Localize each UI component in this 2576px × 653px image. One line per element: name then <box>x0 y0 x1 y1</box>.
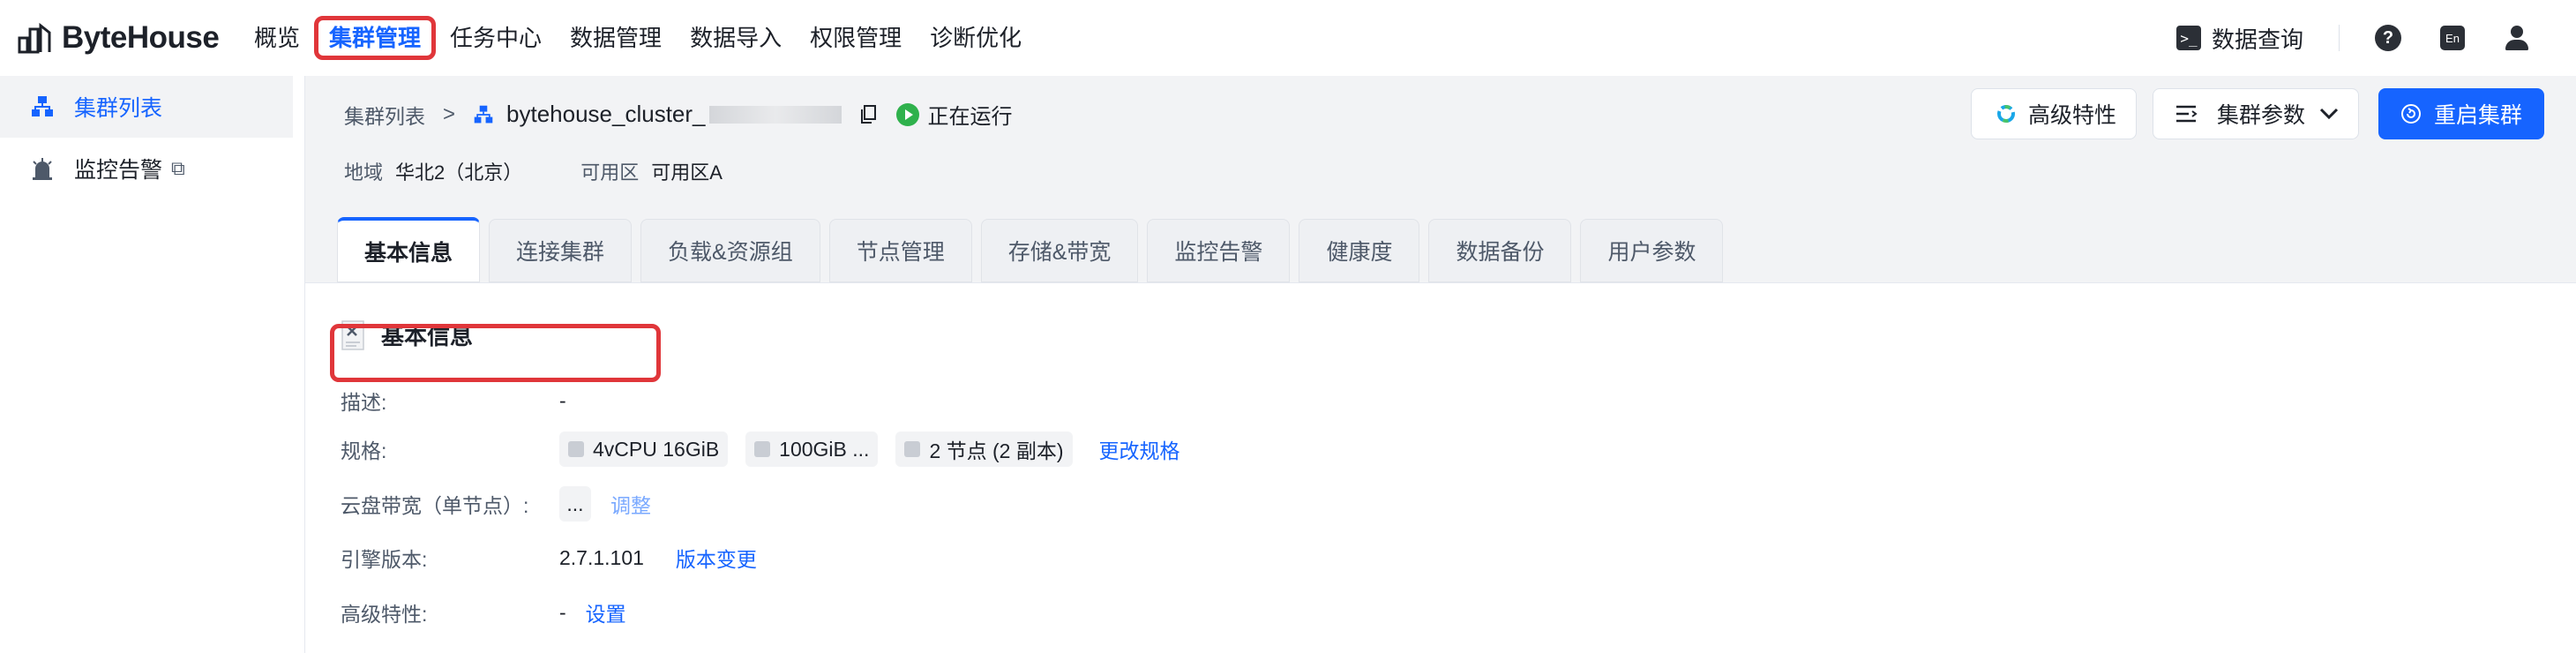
cluster-header: 集群列表 > bytehouse_cluster_ 正在运行 地域 华北2（北京… <box>305 76 2576 282</box>
nav-overview[interactable]: 概览 <box>254 16 300 60</box>
chevron-down-icon <box>2319 108 2339 120</box>
user-icon[interactable] <box>2504 25 2530 51</box>
language-switch-icon[interactable]: En <box>2440 26 2465 50</box>
cluster-tabs: 基本信息 连接集群 负载&资源组 节点管理 存储&带宽 监控告警 健康度 数据备… <box>337 217 1732 282</box>
cluster-name: bytehouse_cluster_ <box>506 101 706 127</box>
redacted-cluster-suffix <box>708 105 842 124</box>
engine-version-label: 引擎版本: <box>341 548 428 571</box>
top-right-tools: >_ 数据查询 ? En <box>2175 0 2576 76</box>
spec-row: 规格: 4vCPU 16GiB 100GiB ... 2 节点 (2 副本) 更… <box>341 432 1180 467</box>
tab-storage-bandwidth[interactable]: 存储&带宽 <box>980 219 1139 282</box>
cluster-icon <box>30 94 55 119</box>
disk-icon <box>754 441 771 457</box>
sidebar-item-cluster-list[interactable]: 集群列表 <box>0 76 293 138</box>
restart-icon <box>2401 104 2421 124</box>
zone-label: 可用区 <box>580 161 640 184</box>
sidebar-item-label: 监控告警 <box>74 158 163 183</box>
engine-version-highlight <box>330 324 661 382</box>
breadcrumb-separator: > <box>443 101 456 126</box>
cluster-status: 正在运行 <box>895 99 1013 130</box>
zone-value: 可用区A <box>651 161 723 184</box>
server-icon <box>568 441 584 457</box>
tab-connect-cluster[interactable]: 连接集群 <box>489 219 633 282</box>
region-label: 地域 <box>344 161 384 184</box>
nodes-icon <box>904 441 921 457</box>
logo-text: ByteHouse <box>62 20 220 55</box>
help-icon[interactable]: ? <box>2375 25 2401 51</box>
list-settings-icon <box>2176 105 2198 123</box>
tab-workload-resource-group[interactable]: 负载&资源组 <box>640 219 820 282</box>
bytehouse-logo[interactable]: ByteHouse <box>18 19 220 56</box>
tab-health[interactable]: 健康度 <box>1299 219 1420 282</box>
bandwidth-label: 云盘带宽（单节点）: <box>341 494 529 517</box>
sidebar: 集群列表 监控告警 ⧉ <box>0 76 305 653</box>
nav-permission-management[interactable]: 权限管理 <box>810 16 902 60</box>
nav-data-import[interactable]: 数据导入 <box>690 16 782 60</box>
tab-user-params[interactable]: 用户参数 <box>1580 219 1724 282</box>
engine-version-row: 引擎版本: 2.7.1.101 版本变更 <box>341 543 757 573</box>
cluster-icon <box>474 105 493 123</box>
desc-label: 描述: <box>341 391 387 414</box>
spec-disk-chip: 100GiB ... <box>745 432 879 467</box>
tab-data-backup[interactable]: 数据备份 <box>1428 219 1572 282</box>
divider <box>2339 25 2340 51</box>
adjust-bandwidth-link[interactable]: 调整 <box>610 489 651 519</box>
spec-label: 规格: <box>341 439 387 462</box>
bandwidth-value: ... <box>559 486 591 522</box>
breadcrumb-cluster-name: bytehouse_cluster_ <box>473 101 842 128</box>
spec-nodes-chip: 2 节点 (2 副本) <box>895 432 1073 467</box>
change-spec-link[interactable]: 更改规格 <box>1099 434 1180 464</box>
nav-diagnosis-optimization[interactable]: 诊断优化 <box>930 16 1022 60</box>
external-link-icon: ⧉ <box>171 157 185 179</box>
alarm-icon <box>30 156 55 181</box>
cluster-params-label: 集群参数 <box>2217 103 2306 128</box>
top-navigation-bar: ByteHouse 概览 集群管理 任务中心 数据管理 数据导入 权限管理 诊断… <box>0 0 2576 76</box>
nav-cluster-management[interactable]: 集群管理 <box>314 16 437 60</box>
copy-icon[interactable] <box>859 104 877 124</box>
spec-nodes-value: 2 节点 (2 副本) <box>929 439 1064 462</box>
data-query-label: 数据查询 <box>2211 26 2303 53</box>
advanced-features-row: 高级特性: - 设置 <box>341 597 626 627</box>
advanced-features-value: - <box>559 600 566 624</box>
status-text: 正在运行 <box>927 105 1013 129</box>
spec-disk-value: 100GiB ... <box>779 437 870 461</box>
bandwidth-row: 云盘带宽（单节点）: ... 调整 <box>341 486 651 522</box>
tab-monitoring-alerts[interactable]: 监控告警 <box>1147 219 1291 282</box>
advanced-features-icon <box>1997 105 2015 123</box>
spec-cpu-chip: 4vCPU 16GiB <box>559 432 729 467</box>
sidebar-item-label: 集群列表 <box>74 96 163 121</box>
advanced-features-button[interactable]: 高级特性 <box>1971 88 2137 139</box>
engine-version-value: 2.7.1.101 <box>559 545 644 569</box>
desc-value: - <box>559 388 566 412</box>
advanced-features-row-label: 高级特性: <box>341 603 428 626</box>
desc-row: 描述: - <box>341 386 566 416</box>
breadcrumb: 集群列表 > bytehouse_cluster_ 正在运行 <box>344 99 1013 130</box>
sidebar-item-monitoring-alerts[interactable]: 监控告警 ⧉ <box>0 138 304 199</box>
running-status-icon <box>895 102 919 126</box>
data-query-button[interactable]: >_ 数据查询 <box>2175 22 2303 55</box>
restart-cluster-button[interactable]: 重启集群 <box>2378 88 2544 139</box>
restart-cluster-label: 重启集群 <box>2434 103 2523 128</box>
tab-node-management[interactable]: 节点管理 <box>828 219 972 282</box>
main-nav: 概览 集群管理 任务中心 数据管理 数据导入 权限管理 诊断优化 <box>254 0 1050 76</box>
set-advanced-features-link[interactable]: 设置 <box>586 597 626 627</box>
bytehouse-logo-icon <box>18 22 51 54</box>
nav-task-center[interactable]: 任务中心 <box>450 16 542 60</box>
spec-cpu-value: 4vCPU 16GiB <box>593 437 720 461</box>
nav-data-management[interactable]: 数据管理 <box>570 16 662 60</box>
cluster-params-button[interactable]: 集群参数 <box>2153 88 2359 139</box>
region-value: 华北2（北京） <box>395 161 523 184</box>
terminal-icon: >_ <box>2175 26 2201 50</box>
region-info: 地域 华北2（北京） 可用区 可用区A <box>344 157 723 185</box>
breadcrumb-cluster-list[interactable]: 集群列表 <box>344 100 425 130</box>
tab-basic-info[interactable]: 基本信息 <box>337 217 481 282</box>
version-change-link[interactable]: 版本变更 <box>676 543 757 573</box>
advanced-features-label: 高级特性 <box>2028 103 2117 128</box>
